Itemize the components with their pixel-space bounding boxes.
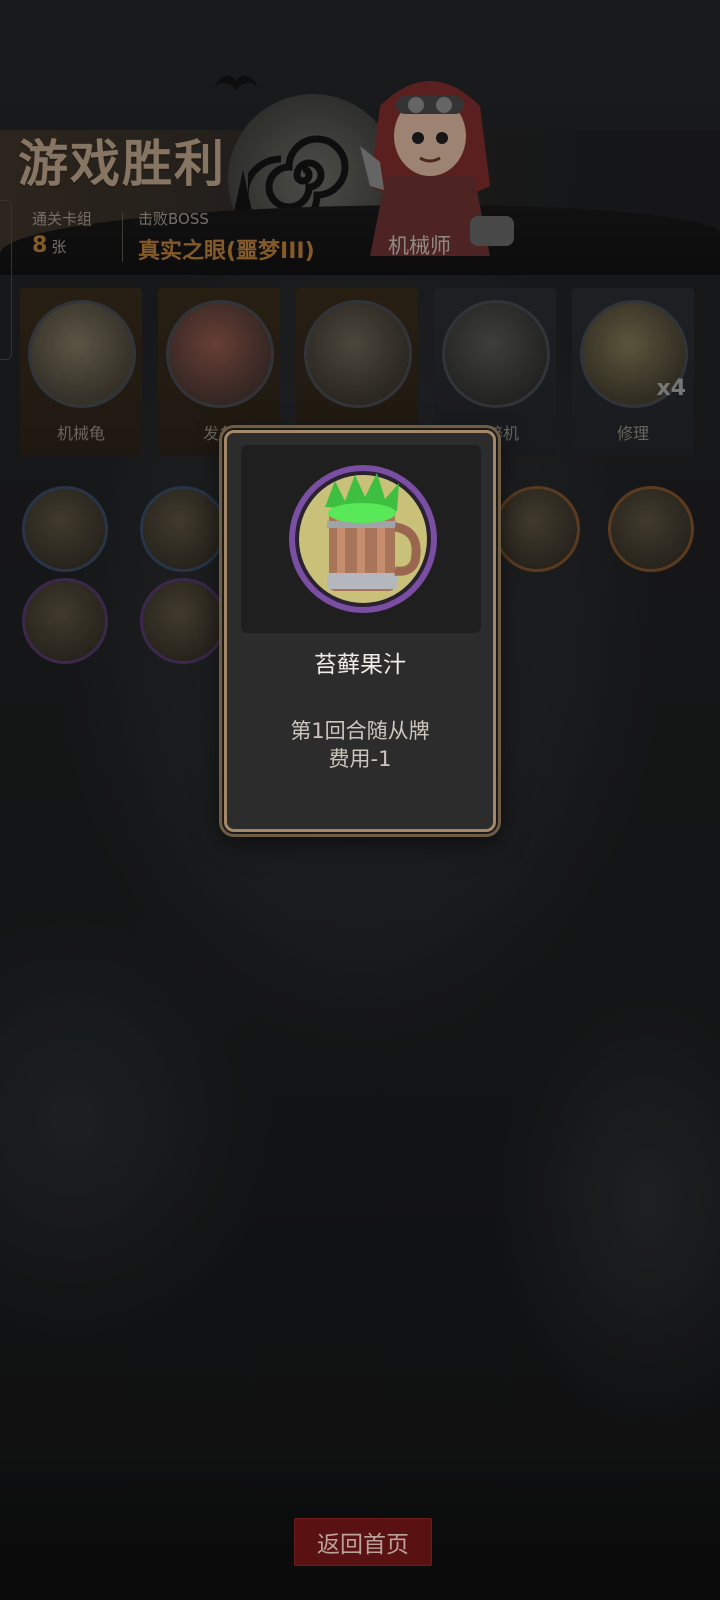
return-home-button[interactable]: 返回首页	[294, 1518, 432, 1566]
clockwork-lady-icon	[166, 300, 274, 408]
card-label: 修理	[616, 424, 649, 443]
relic-name: 苔藓果汁	[314, 652, 406, 678]
spellbook-icon[interactable]	[494, 486, 580, 572]
mech-turtle-icon	[28, 300, 136, 408]
cocktail-icon[interactable]	[140, 486, 226, 572]
victory-title: 游戏胜利	[18, 135, 226, 193]
stat-divider	[122, 212, 123, 262]
card-repair[interactable]: x4 修理	[572, 288, 694, 456]
relic-desc-line2: 费用-1	[328, 747, 392, 771]
robot-tower-icon	[304, 300, 412, 408]
spider-robot-icon[interactable]	[22, 578, 108, 664]
card-mech-turtle[interactable]: 机械龟	[20, 288, 142, 456]
relic-desc-line1: 第1回合随从牌	[290, 719, 430, 743]
card-multiplier: x4	[656, 376, 687, 401]
boss-name: 真实之眼(噩梦III)	[138, 239, 315, 264]
relic-art-panel	[241, 445, 481, 633]
treasure-bag-icon[interactable]	[140, 578, 226, 664]
boss-stat: 击败BOSS 真实之眼(噩梦III)	[138, 208, 315, 265]
relic-detail-modal[interactable]: 苔藓果汁 第1回合随从牌 费用-1	[224, 430, 496, 832]
deck-stat: 通关卡组 8张	[32, 208, 92, 258]
side-tab[interactable]	[0, 200, 12, 360]
deck-count: 8	[32, 233, 48, 258]
boss-label: 击败BOSS	[138, 210, 209, 228]
wizard-icon[interactable]	[608, 486, 694, 572]
relic-description: 第1回合随从牌 费用-1	[227, 717, 493, 773]
bat-icon	[214, 75, 258, 90]
card-label: 机械龟	[56, 424, 105, 443]
fire-claw-icon[interactable]	[22, 486, 108, 572]
moss-juice-mug-icon	[289, 465, 437, 613]
deck-label: 通关卡组	[32, 210, 93, 228]
deck-unit: 张	[51, 238, 67, 256]
character-name: 机械师	[388, 234, 451, 258]
deck-count-wrap: 8张	[32, 233, 92, 258]
crusher-icon	[442, 300, 550, 408]
